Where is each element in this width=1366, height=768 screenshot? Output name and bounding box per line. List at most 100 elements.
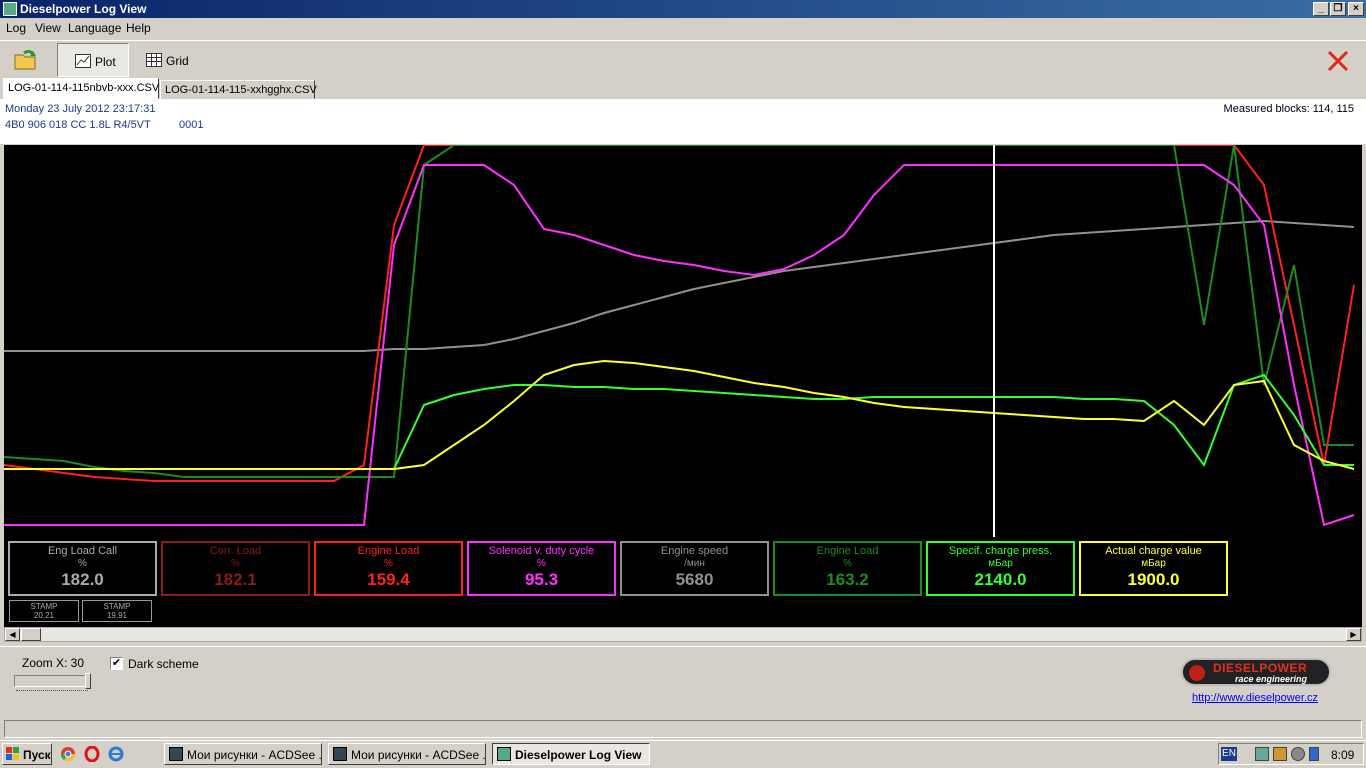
- gauge-name: Engine Load: [357, 545, 420, 557]
- gauge-value: 163.2: [826, 570, 869, 589]
- tray-network-icon[interactable]: [1255, 747, 1269, 761]
- zoom-slider[interactable]: [14, 673, 91, 689]
- info-panel: Monday 23 July 2012 23:17:31 4B0 906 018…: [0, 99, 1366, 144]
- gauge-value: 5680: [675, 570, 714, 589]
- logo-mark: [1189, 665, 1205, 681]
- series-line-6: [4, 359, 1355, 470]
- tab-log-1[interactable]: LOG-01-114-115nbvb-xxx.CSV: [3, 78, 159, 99]
- open-file-button[interactable]: [6, 43, 44, 77]
- gauge-value: 159.4: [367, 570, 410, 589]
- plot-label: Plot: [95, 55, 116, 69]
- scroll-right-button[interactable]: ▶: [1346, 628, 1361, 641]
- dieselpower-app-icon: [497, 747, 511, 761]
- plot-icon: [75, 54, 91, 68]
- gauge-name: Specif. charge press.: [948, 545, 1053, 557]
- task-dieselpower[interactable]: Dieselpower Log View: [492, 743, 650, 765]
- gauge-value: 1900.0: [1127, 570, 1180, 589]
- task-acdsee-2[interactable]: Мои рисунки - ACDSee ...: [328, 743, 486, 765]
- menu-log[interactable]: Log: [6, 21, 26, 35]
- zoom-label: Zoom X: 30: [22, 656, 85, 670]
- tray-security-icon[interactable]: [1291, 747, 1305, 761]
- gauge-4: Solenoid v. duty cycle% 95.3: [467, 541, 616, 596]
- scroll-left-button[interactable]: ◀: [5, 628, 20, 641]
- series-line-3: [4, 145, 1354, 478]
- zoom-ticks: [16, 690, 88, 693]
- menu-bar: Log View Language Help: [0, 18, 1366, 38]
- window-title: Dieselpower Log View: [20, 2, 147, 16]
- acdsee-icon: [333, 747, 347, 761]
- series-line-5: [4, 373, 1354, 470]
- task-acdsee-1[interactable]: Мои рисунки - ACDSee ...: [164, 743, 322, 765]
- gauge-unit: %: [384, 558, 393, 569]
- tab-log-2[interactable]: LOG-01-114-115-xxhgghx.CSV: [160, 80, 317, 99]
- logo-title: DIESELPOWER: [1213, 661, 1308, 675]
- language-indicator[interactable]: EN: [1221, 747, 1237, 761]
- log-chart[interactable]: Eng Load Call% 182.0 Corr. Load% 182.1 Engin…: [4, 145, 1362, 627]
- open-folder-icon: [14, 49, 36, 70]
- gauge-unit: мБар: [1141, 558, 1166, 569]
- stamp-1: STAMP 20.21: [9, 600, 79, 622]
- gauge-8: Actual charge value мБар 1900.0: [1079, 541, 1228, 596]
- gauge-unit: %: [843, 558, 852, 569]
- gauge-value: 182.0: [61, 570, 104, 589]
- close-log-icon[interactable]: [1326, 51, 1350, 71]
- acdsee-icon: [169, 747, 183, 761]
- ecu-code: 0001: [179, 119, 204, 131]
- gauge-value: 182.1: [214, 570, 257, 589]
- grid-icon: [146, 53, 162, 67]
- dieselpower-logo: DIESELPOWER race engineering: [1181, 658, 1331, 686]
- series-line-1: [4, 219, 1355, 352]
- gauge-unit: %: [231, 558, 240, 569]
- series-line-2: [4, 145, 1355, 482]
- bottom-panel: Zoom X: 30 ✔ Dark scheme DIESELPOWER rac…: [0, 646, 1366, 718]
- chrome-icon[interactable]: [60, 746, 76, 762]
- chart-plot: [4, 145, 1355, 537]
- gauge-value: 95.3: [524, 570, 559, 589]
- title-bar: Dieselpower Log View _ ❐ ×: [0, 0, 1366, 18]
- menu-view[interactable]: View: [35, 21, 61, 35]
- dark-scheme-checkbox[interactable]: ✔: [110, 657, 123, 670]
- grid-button[interactable]: Grid: [140, 43, 200, 77]
- gauge-name: Corr. Load: [209, 545, 262, 557]
- gauge-unit: мБар: [988, 558, 1013, 569]
- close-window-button[interactable]: ×: [1348, 2, 1364, 16]
- gauge-value: 2140.0: [974, 570, 1027, 589]
- taskbar: Пуск Мои рисунки - ACDSee ... Мои рисунк…: [0, 740, 1366, 768]
- internet-explorer-icon[interactable]: [108, 746, 124, 762]
- restore-button[interactable]: ❐: [1330, 2, 1346, 16]
- series-line-4: [4, 164, 1355, 527]
- gauge-6: Engine Load% 163.2: [773, 541, 922, 596]
- app-icon: [3, 2, 17, 16]
- windows-logo-icon: [6, 747, 19, 760]
- clock: 8:09: [1331, 748, 1355, 762]
- measured-blocks: Measured blocks: 114, 115: [1223, 103, 1354, 115]
- website-link[interactable]: http://www.dieselpower.cz: [1192, 692, 1318, 704]
- tray-battery-icon[interactable]: [1309, 747, 1319, 761]
- gauge-name: Solenoid v. duty cycle: [488, 545, 595, 557]
- gauge-unit: /мин: [684, 558, 705, 569]
- gauge-unit: %: [537, 558, 546, 569]
- gauge-3: Engine Load% 159.4: [314, 541, 463, 596]
- gauge-name: Eng Load Call: [47, 545, 118, 557]
- tray-volume-icon[interactable]: [1273, 747, 1287, 761]
- logo-subtitle: race engineering: [1235, 674, 1308, 684]
- gauge-name: Engine speed: [660, 545, 729, 557]
- horizontal-scrollbar[interactable]: ◀ ▶: [4, 627, 1362, 642]
- minimize-button[interactable]: _: [1313, 2, 1329, 16]
- gauge-name: Engine Load: [816, 545, 879, 557]
- gauge-1: Eng Load Call% 182.0: [8, 541, 157, 596]
- start-label: Пуск: [23, 748, 51, 762]
- gauge-name: Actual charge value: [1105, 545, 1202, 557]
- gauge-5: Engine speed/мин 5680: [620, 541, 769, 596]
- menu-help[interactable]: Help: [126, 21, 151, 35]
- log-datetime: Monday 23 July 2012 23:17:31: [5, 103, 156, 115]
- system-tray: EN 8:09: [1218, 743, 1364, 765]
- start-button[interactable]: Пуск: [2, 743, 52, 765]
- zoom-slider-handle[interactable]: [85, 673, 91, 689]
- opera-icon[interactable]: [84, 746, 100, 762]
- menu-language[interactable]: Language: [68, 21, 121, 35]
- stamp-2: STAMP 19.91: [82, 600, 152, 622]
- gauge-unit: %: [78, 558, 87, 569]
- scroll-thumb[interactable]: [21, 628, 41, 641]
- plot-button[interactable]: Plot: [57, 43, 129, 77]
